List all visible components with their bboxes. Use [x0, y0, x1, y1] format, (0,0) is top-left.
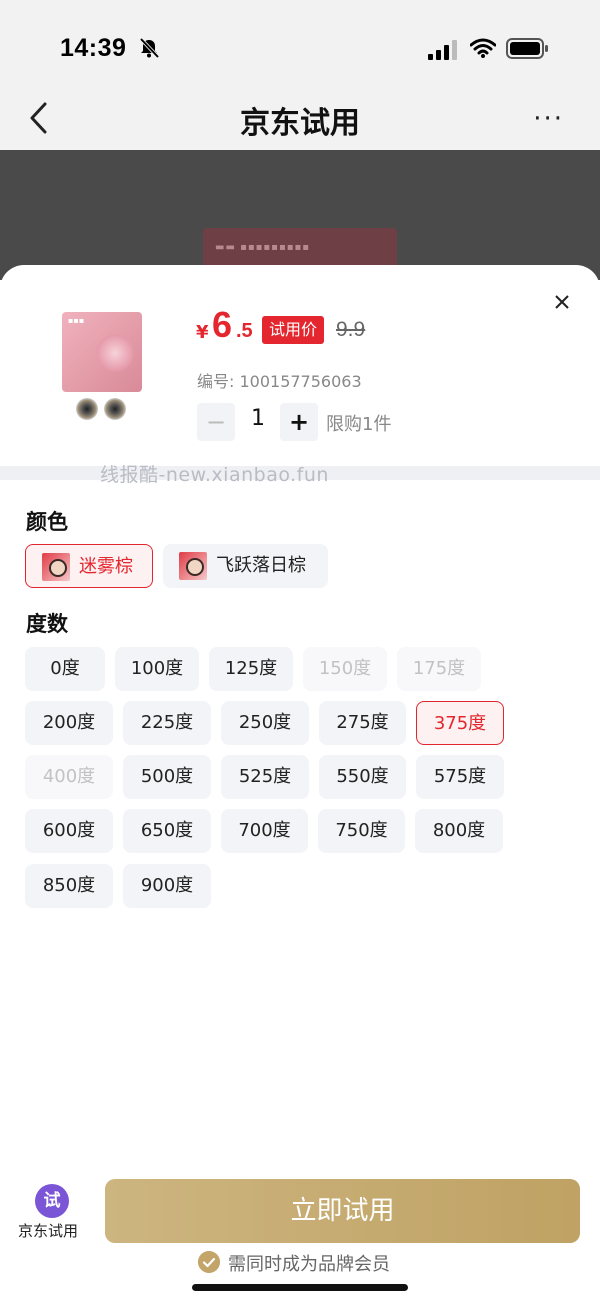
degree-section-title: 度数: [26, 612, 68, 636]
watermark-text: 线报酷-new.xianbao.fun: [100, 464, 329, 486]
currency-symbol: ¥: [196, 322, 209, 343]
lens-sample-icon: [104, 398, 126, 420]
trial-price-badge: 试用价: [262, 316, 325, 344]
dimmed-background[interactable]: ▬▬ ▪▪▪▪▪▪▪▪▪: [0, 150, 600, 280]
jd-trial-icon[interactable]: 试: [35, 1184, 69, 1218]
bell-muted-icon: [139, 37, 160, 59]
color-section-title: 颜色: [26, 510, 68, 534]
original-price: 9.9: [336, 318, 366, 341]
wifi-icon: [470, 38, 496, 58]
page-title: 京东试用: [240, 106, 360, 141]
degree-option[interactable]: 700度: [221, 809, 308, 853]
color-option-label: 迷雾棕: [79, 556, 133, 577]
checkmark-icon[interactable]: [198, 1251, 220, 1273]
degree-option-disabled: 400度: [25, 755, 113, 799]
battery-icon: [506, 38, 548, 59]
degree-option[interactable]: 550度: [319, 755, 406, 799]
degree-option[interactable]: 500度: [123, 755, 211, 799]
color-option-label: 飞跃落日棕: [216, 555, 306, 576]
degree-option[interactable]: 0度: [25, 647, 105, 691]
degree-option[interactable]: 525度: [221, 755, 309, 799]
cellular-signal-icon: [428, 40, 457, 60]
purchase-limit-note: 限购1件: [326, 414, 392, 435]
degree-option[interactable]: 850度: [25, 864, 113, 908]
sku-number: 编号: 100157756063: [197, 372, 362, 391]
degree-option[interactable]: 575度: [416, 755, 504, 799]
flower-pattern-icon: [92, 330, 138, 376]
price-decimal: .5: [236, 320, 253, 342]
degree-option[interactable]: 125度: [209, 647, 293, 691]
color-thumbnail-icon: [179, 552, 207, 580]
close-icon[interactable]: [552, 292, 572, 312]
increase-quantity-button[interactable]: +: [280, 403, 318, 441]
degree-option[interactable]: 900度: [123, 864, 211, 908]
degree-option[interactable]: 750度: [318, 809, 405, 853]
color-option[interactable]: 飞跃落日棕: [163, 544, 328, 588]
degree-option[interactable]: 250度: [221, 701, 309, 745]
jd-trial-label[interactable]: 京东试用: [18, 1220, 78, 1241]
degree-option-disabled: 175度: [397, 647, 481, 691]
lens-sample-icon: [76, 398, 98, 420]
degree-option[interactable]: 600度: [25, 809, 113, 853]
decrease-quantity-button[interactable]: −: [197, 403, 235, 441]
color-option[interactable]: 迷雾棕: [25, 544, 153, 588]
nav-bar: 京东试用 ···: [0, 92, 600, 150]
product-box-mark-icon: ▪▪▪: [68, 316, 85, 325]
degree-option[interactable]: 275度: [319, 701, 406, 745]
home-indicator: [192, 1284, 408, 1291]
try-now-button[interactable]: 立即试用: [105, 1179, 580, 1243]
degree-option-selected[interactable]: 375度: [416, 701, 504, 745]
quantity-value: 1: [251, 406, 265, 431]
price-integer: 6: [212, 304, 233, 345]
color-thumbnail-icon: [42, 553, 70, 581]
degree-option[interactable]: 225度: [123, 701, 211, 745]
more-options-icon[interactable]: ···: [533, 104, 564, 134]
degree-option[interactable]: 800度: [415, 809, 503, 853]
degree-option-disabled: 150度: [303, 647, 387, 691]
degree-option[interactable]: 200度: [25, 701, 113, 745]
member-agreement-text: 需同时成为品牌会员: [228, 1254, 390, 1275]
degree-option[interactable]: 650度: [123, 809, 211, 853]
status-bar: 14:39: [0, 0, 600, 92]
product-thumbnail: ▪▪▪: [62, 312, 142, 392]
degree-option[interactable]: 100度: [115, 647, 199, 691]
status-time: 14:39: [60, 34, 127, 62]
